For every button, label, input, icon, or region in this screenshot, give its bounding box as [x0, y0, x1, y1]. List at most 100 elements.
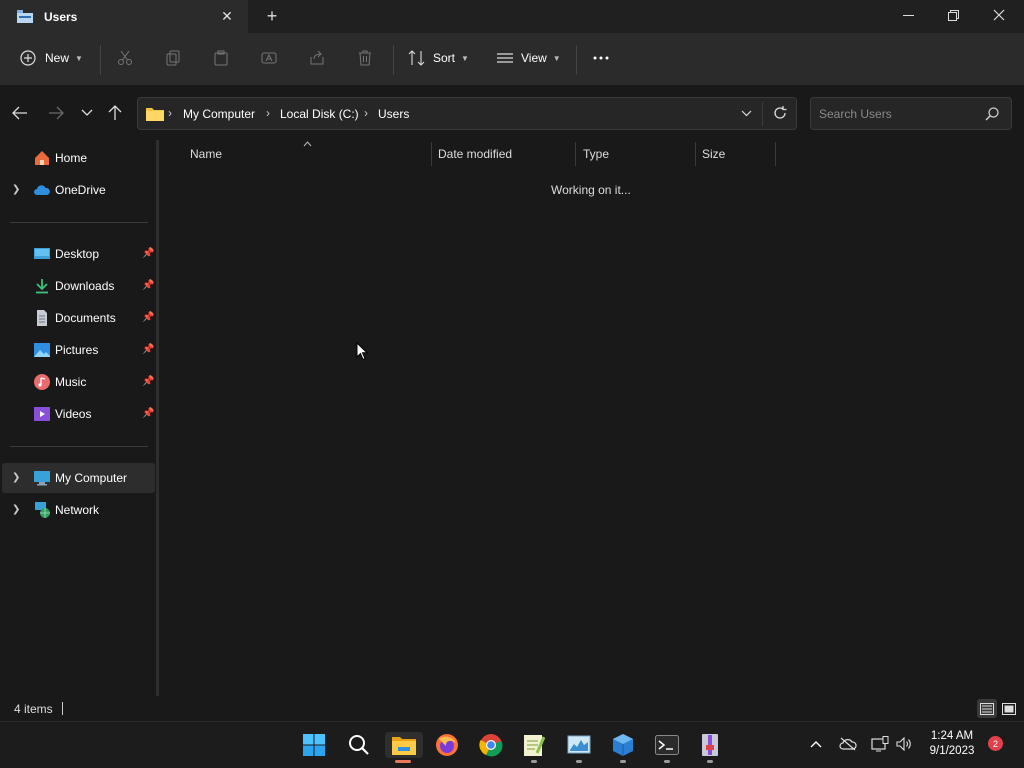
- desktop-icon: [34, 248, 50, 259]
- cut-button[interactable]: [117, 50, 133, 66]
- share-button[interactable]: [309, 50, 325, 66]
- network-tray-button[interactable]: [871, 735, 889, 753]
- sidebar-item-my-computer[interactable]: ❯ My Computer: [2, 463, 155, 493]
- recent-locations-button[interactable]: [78, 104, 96, 122]
- forward-button[interactable]: [47, 104, 65, 122]
- minimize-button[interactable]: [898, 6, 918, 24]
- arrow-right-icon: [49, 106, 64, 120]
- details-view-button[interactable]: [977, 699, 997, 718]
- sidebar-item-label: Videos: [55, 407, 92, 421]
- search-box[interactable]: Search Users: [810, 97, 1012, 130]
- start-button[interactable]: [301, 732, 327, 758]
- sidebar-item-music[interactable]: Music 📌: [2, 367, 155, 397]
- breadcrumb-my-computer[interactable]: My Computer: [183, 107, 255, 121]
- show-hidden-icons-button[interactable]: [807, 735, 825, 753]
- pin-icon[interactable]: 📌: [142, 280, 154, 291]
- copy-icon: [166, 50, 180, 66]
- title-bar: Users ✕ +: [0, 0, 1024, 33]
- column-header-date-modified[interactable]: Date modified: [438, 147, 512, 167]
- clock-time: 1:24 AM: [930, 730, 974, 742]
- chrome-taskbar-button[interactable]: [478, 732, 504, 758]
- sidebar-item-pictures[interactable]: Pictures 📌: [2, 335, 155, 365]
- copy-button[interactable]: [165, 50, 181, 66]
- new-label: New: [45, 51, 70, 65]
- breadcrumb-separator-icon: ›: [364, 106, 368, 120]
- sidebar-item-label: Documents: [55, 311, 116, 325]
- search-taskbar-button[interactable]: [346, 732, 372, 758]
- terminal-taskbar-button[interactable]: [654, 732, 680, 758]
- computer-icon: [34, 471, 50, 486]
- expand-chevron-icon[interactable]: ❯: [12, 184, 22, 196]
- breadcrumb-users[interactable]: Users: [378, 107, 409, 121]
- sort-icon: [408, 50, 425, 66]
- address-history-chevron-icon[interactable]: [741, 110, 752, 117]
- tab-close-button[interactable]: ✕: [219, 8, 235, 24]
- pin-icon[interactable]: 📌: [142, 408, 154, 419]
- address-field[interactable]: › My Computer › Local Disk (C:) › Users: [137, 97, 797, 130]
- tiles-view-icon: [1002, 702, 1016, 715]
- sidebar-item-downloads[interactable]: Downloads 📌: [2, 271, 155, 301]
- sidebar-item-videos[interactable]: Videos 📌: [2, 399, 155, 429]
- column-divider[interactable]: [775, 142, 776, 166]
- paste-button[interactable]: [213, 50, 229, 66]
- pin-icon[interactable]: 📌: [142, 344, 154, 355]
- column-divider[interactable]: [575, 142, 576, 166]
- sidebar-item-label: Downloads: [55, 279, 115, 293]
- sidebar-item-network[interactable]: ❯ Network: [2, 495, 155, 525]
- clock-date: 9/1/2023: [929, 745, 975, 757]
- sidebar-item-documents[interactable]: Documents 📌: [2, 303, 155, 333]
- clock-button[interactable]: 1:24 AM 9/1/2023: [922, 729, 982, 759]
- more-options-button[interactable]: [592, 50, 610, 66]
- share-icon: [310, 50, 324, 65]
- column-header-size[interactable]: Size: [702, 147, 725, 167]
- view-button[interactable]: View ▼: [496, 50, 561, 66]
- minimize-icon: [902, 14, 914, 16]
- file-list-area[interactable]: [159, 140, 1024, 696]
- archive-taskbar-button[interactable]: [697, 732, 723, 758]
- active-app-indicator: [395, 760, 411, 763]
- resource-monitor-taskbar-button[interactable]: [566, 732, 592, 758]
- sidebar-item-home[interactable]: Home: [2, 143, 155, 173]
- column-divider[interactable]: [695, 142, 696, 166]
- breadcrumb-local-disk[interactable]: Local Disk (C:): [280, 107, 359, 121]
- column-header-type[interactable]: Type: [583, 147, 609, 167]
- breadcrumb-separator-icon: ›: [168, 106, 172, 120]
- sidebar-item-desktop[interactable]: Desktop 📌: [2, 239, 155, 269]
- expand-chevron-icon[interactable]: ❯: [12, 472, 22, 484]
- notepad-plus-taskbar-button[interactable]: [521, 732, 547, 758]
- scissors-icon: [118, 50, 132, 65]
- firefox-taskbar-button[interactable]: [434, 732, 460, 758]
- onedrive-tray-button[interactable]: [839, 735, 857, 753]
- new-tab-button[interactable]: +: [263, 7, 281, 25]
- new-button[interactable]: New ▼: [20, 50, 83, 66]
- sidebar-item-onedrive[interactable]: ❯ OneDrive: [2, 175, 155, 205]
- restore-icon: [947, 9, 959, 21]
- pin-icon[interactable]: 📌: [142, 248, 154, 259]
- running-app-indicator: [664, 760, 670, 763]
- status-divider: [62, 702, 63, 715]
- pin-icon[interactable]: 📌: [142, 312, 154, 323]
- app-taskbar-button[interactable]: [610, 732, 636, 758]
- cloud-offline-icon: [839, 737, 857, 751]
- close-button[interactable]: [989, 6, 1009, 24]
- large-icons-view-button[interactable]: [999, 699, 1019, 718]
- rename-button[interactable]: [261, 50, 277, 66]
- volume-tray-button[interactable]: [895, 735, 913, 753]
- refresh-icon[interactable]: [773, 106, 787, 120]
- expand-chevron-icon[interactable]: ❯: [12, 504, 22, 516]
- sidebar-item-label: Desktop: [55, 247, 100, 261]
- details-view-icon: [980, 702, 994, 715]
- file-explorer-taskbar-button[interactable]: [385, 732, 423, 758]
- restore-button[interactable]: [943, 6, 963, 24]
- notification-badge[interactable]: 2: [988, 736, 1003, 751]
- search-icon[interactable]: [985, 107, 999, 121]
- running-app-indicator: [620, 760, 626, 763]
- up-button[interactable]: [106, 104, 124, 122]
- sort-button[interactable]: Sort ▼: [408, 50, 469, 66]
- delete-button[interactable]: [357, 50, 373, 66]
- column-divider[interactable]: [431, 142, 432, 166]
- column-header-name[interactable]: Name: [190, 147, 222, 167]
- pin-icon[interactable]: 📌: [142, 376, 154, 387]
- tab-users[interactable]: Users ✕: [0, 0, 248, 33]
- back-button[interactable]: [11, 104, 29, 122]
